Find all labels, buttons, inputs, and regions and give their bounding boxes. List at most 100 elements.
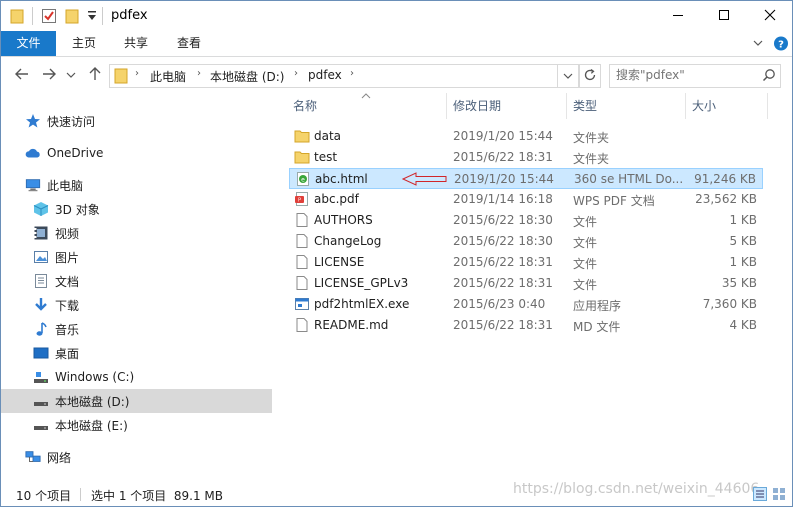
search-icon[interactable]: [762, 68, 776, 85]
file-type: 360 se HTML Do...: [574, 172, 684, 186]
list-item[interactable]: README.md 2015/6/22 18:31 MD 文件 4 KB: [289, 315, 763, 336]
details-view-icon[interactable]: [753, 487, 767, 501]
recent-locations-button[interactable]: [64, 66, 78, 84]
column-divider[interactable]: [446, 93, 447, 119]
list-item[interactable]: pdf2htmlEX.exe 2015/6/23 0:40 应用程序 7,360…: [289, 294, 763, 315]
column-header-name[interactable]: 名称: [293, 93, 317, 119]
file-date: 2015/6/22 18:31: [453, 276, 553, 290]
nav-item-drive-e[interactable]: 本地磁盘 (E:): [1, 413, 272, 437]
address-history-button[interactable]: [557, 64, 579, 88]
column-header-size[interactable]: 大小: [692, 93, 716, 119]
tab-home[interactable]: 主页: [63, 31, 105, 56]
nav-item-downloads[interactable]: 下载: [1, 293, 272, 317]
back-button[interactable]: [12, 66, 32, 84]
desktop-icon: [33, 345, 49, 361]
nav-item-label: 视频: [55, 226, 80, 241]
up-button[interactable]: [85, 66, 105, 84]
nav-item-pictures[interactable]: 图片: [1, 245, 272, 269]
file-date: 2015/6/22 18:30: [453, 213, 553, 227]
nav-item-label: 图片: [55, 250, 80, 265]
tab-view[interactable]: 查看: [168, 31, 210, 56]
file-name: LICENSE_GPLv3: [314, 276, 409, 290]
svg-text:e: e: [301, 177, 305, 184]
column-divider[interactable]: [767, 93, 768, 119]
nav-item-label: OneDrive: [47, 146, 104, 160]
help-icon[interactable]: ?: [773, 35, 789, 52]
chevron-right-icon: ›: [350, 68, 354, 79]
file-name: data: [314, 129, 342, 143]
status-divider: [80, 488, 81, 501]
file-name: LICENSE: [314, 255, 365, 269]
svg-text:P: P: [298, 198, 301, 204]
list-item[interactable]: data 2019/1/20 15:44 文件夹: [289, 126, 763, 147]
file-name: test: [314, 150, 338, 164]
file-size: 4 KB: [729, 318, 757, 332]
list-item[interactable]: ChangeLog 2015/6/22 18:30 文件 5 KB: [289, 231, 763, 252]
column-divider[interactable]: [566, 93, 567, 119]
minimize-button[interactable]: [655, 1, 701, 31]
column-header-type[interactable]: 类型: [573, 93, 597, 119]
file-date: 2015/6/22 18:30: [453, 234, 553, 248]
nav-item-drive-c[interactable]: Windows (C:): [1, 365, 272, 389]
file-type: 文件: [573, 278, 598, 292]
search-box[interactable]: [609, 64, 781, 88]
new-folder-icon[interactable]: [65, 8, 79, 24]
list-item[interactable]: AUTHORS 2015/6/22 18:30 文件 1 KB: [289, 210, 763, 231]
cube-icon: [33, 201, 49, 217]
title-divider: [102, 7, 103, 25]
nav-item-label: 3D 对象: [55, 202, 100, 217]
customize-toolbar-icon[interactable]: [87, 10, 97, 26]
nav-item-drive-d[interactable]: 本地磁盘 (D:): [1, 389, 272, 413]
list-item[interactable]: LICENSE 2015/6/22 18:31 文件 1 KB: [289, 252, 763, 273]
file-type: 文件: [573, 215, 598, 229]
arrow-left-icon: [14, 67, 30, 84]
nav-item-documents[interactable]: 文档: [1, 269, 272, 293]
tab-share[interactable]: 共享: [115, 31, 157, 56]
music-icon: [33, 321, 49, 337]
nav-item-quick-access[interactable]: 快速访问: [1, 109, 272, 133]
star-icon: [25, 113, 41, 129]
expand-ribbon-icon[interactable]: [752, 35, 764, 52]
annotation-arrow-icon: [401, 172, 448, 189]
column-header-date[interactable]: 修改日期: [453, 93, 501, 119]
pdf-file-icon: P: [294, 191, 310, 207]
computer-icon: [25, 177, 41, 193]
search-input[interactable]: [616, 67, 756, 83]
nav-item-music[interactable]: 音乐: [1, 317, 272, 341]
drive-icon: [33, 393, 49, 409]
nav-item-3d-objects[interactable]: 3D 对象: [1, 197, 272, 221]
address-bar[interactable]: › 此电脑 › 本地磁盘 (D:) › pdfex ›: [109, 64, 579, 88]
tab-file[interactable]: 文件: [1, 31, 56, 56]
large-icons-view-icon[interactable]: [772, 487, 786, 501]
nav-item-this-pc[interactable]: 此电脑: [1, 173, 272, 197]
file-icon: [294, 317, 310, 333]
breadcrumb-this-pc[interactable]: 此电脑: [150, 68, 186, 85]
navigation-pane: 快速访问 OneDrive 此电脑 3D 对象 视频 图片 文档 下载 音乐 桌…: [1, 93, 272, 481]
file-type: 文件夹: [573, 152, 610, 166]
explorer-window: pdfex 文件 主页 共享 查看 ? › 此电脑 › 本地磁盘 (D:) › …: [0, 0, 793, 507]
file-date: 2019/1/14 16:18: [453, 192, 553, 206]
nav-item-network[interactable]: 网络: [1, 445, 272, 469]
breadcrumb-pdfex[interactable]: pdfex: [308, 68, 342, 82]
breadcrumb-drive-d[interactable]: 本地磁盘 (D:): [210, 68, 284, 85]
refresh-button[interactable]: [579, 64, 601, 88]
forward-button[interactable]: [39, 66, 59, 84]
nav-item-videos[interactable]: 视频: [1, 221, 272, 245]
arrow-up-icon: [88, 66, 102, 85]
file-icon: [294, 233, 310, 249]
file-type: 文件夹: [573, 131, 610, 145]
file-type: 文件: [573, 257, 598, 271]
list-item[interactable]: LICENSE_GPLv3 2015/6/22 18:31 文件 35 KB: [289, 273, 763, 294]
list-item[interactable]: e abc.html 2019/1/20 15:44 360 se HTML D…: [289, 168, 763, 189]
file-list: 名称 修改日期 类型 大小 data 2019/1/20 15:44 文件夹 t…: [281, 93, 771, 481]
close-button[interactable]: [747, 1, 792, 31]
properties-icon[interactable]: [41, 8, 57, 24]
nav-item-onedrive[interactable]: OneDrive: [1, 141, 272, 165]
list-item[interactable]: test 2015/6/22 18:31 文件夹: [289, 147, 763, 168]
document-icon: [33, 273, 49, 289]
maximize-button[interactable]: [701, 1, 747, 31]
column-divider[interactable]: [685, 93, 686, 119]
list-item[interactable]: P abc.pdf 2019/1/14 16:18 WPS PDF 文档 23,…: [289, 189, 763, 210]
nav-item-desktop[interactable]: 桌面: [1, 341, 272, 365]
file-icon: [294, 254, 310, 270]
